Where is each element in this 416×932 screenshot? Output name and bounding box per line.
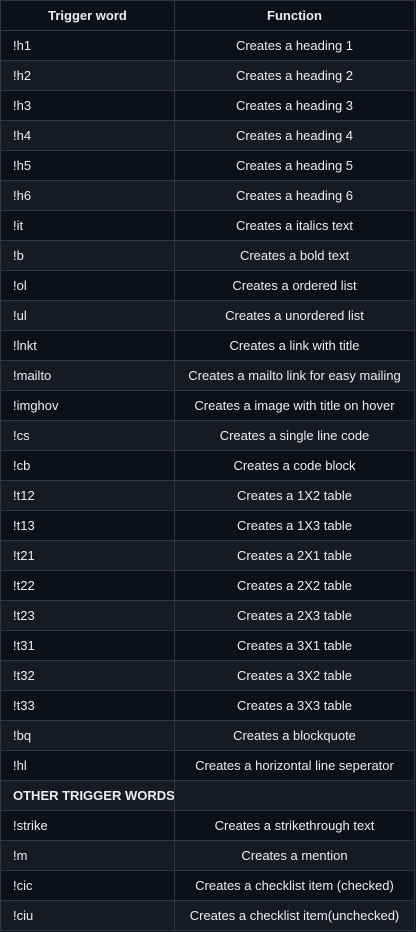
table-row: !ciu Creates a checklist item(unchecked)	[0, 900, 415, 931]
function-cell: Creates a heading 3	[174, 90, 415, 121]
trigger-word-cell: !t32	[0, 660, 175, 691]
table-row: !cs Creates a single line code	[0, 420, 415, 451]
function-cell: Creates a 1X3 table	[174, 510, 415, 541]
trigger-word-cell: !ul	[0, 300, 175, 331]
function-cell: Creates a 2X2 table	[174, 570, 415, 601]
function-cell: Creates a unordered list	[174, 300, 415, 331]
function-cell: Creates a 3X3 table	[174, 690, 415, 721]
function-cell: Creates a heading 2	[174, 60, 415, 91]
trigger-words-table: Trigger word Function !h1 Creates a headi…	[0, 0, 415, 931]
trigger-word-cell: !ol	[0, 270, 175, 301]
table-row: !t12 Creates a 1X2 table	[0, 480, 415, 511]
function-cell: Creates a 2X3 table	[174, 600, 415, 631]
header-function: Function	[174, 0, 415, 31]
function-cell: Creates a 3X2 table	[174, 660, 415, 691]
trigger-word-cell: !h4	[0, 120, 175, 151]
trigger-word-cell: !t31	[0, 630, 175, 661]
table-row: !b Creates a bold text	[0, 240, 415, 271]
trigger-word-cell: !t21	[0, 540, 175, 571]
function-cell: Creates a horizontal line seperator	[174, 750, 415, 781]
trigger-word-cell: !cic	[0, 870, 175, 901]
section-title: OTHER TRIGGER WORDS	[0, 780, 175, 811]
function-cell: Creates a heading 4	[174, 120, 415, 151]
table-row: !t32 Creates a 3X2 table	[0, 660, 415, 691]
table-row: !hl Creates a horizontal line seperator	[0, 750, 415, 781]
function-cell: Creates a heading 5	[174, 150, 415, 181]
table-header-row: Trigger word Function	[0, 0, 415, 31]
table-row: !mailto Creates a mailto link for easy ma…	[0, 360, 415, 391]
table-row: !cb Creates a code block	[0, 450, 415, 481]
trigger-word-cell: !imghov	[0, 390, 175, 421]
table-row: !h4 Creates a heading 4	[0, 120, 415, 151]
trigger-word-cell: !strike	[0, 810, 175, 841]
function-cell: Creates a bold text	[174, 240, 415, 271]
table-row: !t23 Creates a 2X3 table	[0, 600, 415, 631]
trigger-word-cell: !t12	[0, 480, 175, 511]
section-header-row: OTHER TRIGGER WORDS	[0, 780, 415, 811]
trigger-word-cell: !t13	[0, 510, 175, 541]
table-row: !ul Creates a unordered list	[0, 300, 415, 331]
function-cell: Creates a 2X1 table	[174, 540, 415, 571]
function-cell: Creates a link with title	[174, 330, 415, 361]
table-row: !cic Creates a checklist item (checked)	[0, 870, 415, 901]
function-cell: Creates a mention	[174, 840, 415, 871]
table-row: !lnkt Creates a link with title	[0, 330, 415, 361]
function-cell: Creates a strikethrough text	[174, 810, 415, 841]
table-row: !m Creates a mention	[0, 840, 415, 871]
trigger-word-cell: !h1	[0, 30, 175, 61]
table-row: !strike Creates a strikethrough text	[0, 810, 415, 841]
table-row: !t33 Creates a 3X3 table	[0, 690, 415, 721]
trigger-word-cell: !m	[0, 840, 175, 871]
function-cell: Creates a 1X2 table	[174, 480, 415, 511]
table-row: !bq Creates a blockquote	[0, 720, 415, 751]
function-cell	[174, 780, 415, 811]
trigger-word-cell: !cs	[0, 420, 175, 451]
function-cell: Creates a heading 6	[174, 180, 415, 211]
function-cell: Creates a checklist item (checked)	[174, 870, 415, 901]
trigger-word-cell: !h3	[0, 90, 175, 121]
function-cell: Creates a blockquote	[174, 720, 415, 751]
table-row: !h2 Creates a heading 2	[0, 60, 415, 91]
function-cell: Creates a 3X1 table	[174, 630, 415, 661]
table-row: !it Creates a italics text	[0, 210, 415, 241]
table-row: !t31 Creates a 3X1 table	[0, 630, 415, 661]
table-row: !h1 Creates a heading 1	[0, 30, 415, 61]
table-row: !h6 Creates a heading 6	[0, 180, 415, 211]
trigger-word-cell: !b	[0, 240, 175, 271]
function-cell: Creates a mailto link for easy mailing	[174, 360, 415, 391]
trigger-word-cell: !ciu	[0, 900, 175, 931]
function-cell: Creates a single line code	[174, 420, 415, 451]
trigger-word-cell: !h5	[0, 150, 175, 181]
table-row: !ol Creates a ordered list	[0, 270, 415, 301]
trigger-word-cell: !it	[0, 210, 175, 241]
trigger-word-cell: !bq	[0, 720, 175, 751]
table-row: !imghov Creates a image with title on hov…	[0, 390, 415, 421]
trigger-word-cell: !hl	[0, 750, 175, 781]
function-cell: Creates a italics text	[174, 210, 415, 241]
function-cell: Creates a heading 1	[174, 30, 415, 61]
trigger-word-cell: !mailto	[0, 360, 175, 391]
header-trigger-word: Trigger word	[0, 0, 175, 31]
trigger-word-cell: !h2	[0, 60, 175, 91]
trigger-word-cell: !cb	[0, 450, 175, 481]
table-row: !t13 Creates a 1X3 table	[0, 510, 415, 541]
function-cell: Creates a image with title on hover	[174, 390, 415, 421]
table-row: !t21 Creates a 2X1 table	[0, 540, 415, 571]
function-cell: Creates a ordered list	[174, 270, 415, 301]
trigger-word-cell: !t22	[0, 570, 175, 601]
trigger-word-cell: !lnkt	[0, 330, 175, 361]
table-row: !t22 Creates a 2X2 table	[0, 570, 415, 601]
table-row: !h3 Creates a heading 3	[0, 90, 415, 121]
trigger-word-cell: !t23	[0, 600, 175, 631]
function-cell: Creates a code block	[174, 450, 415, 481]
function-cell: Creates a checklist item(unchecked)	[174, 900, 415, 931]
trigger-word-cell: !h6	[0, 180, 175, 211]
trigger-word-cell: !t33	[0, 690, 175, 721]
table-row: !h5 Creates a heading 5	[0, 150, 415, 181]
